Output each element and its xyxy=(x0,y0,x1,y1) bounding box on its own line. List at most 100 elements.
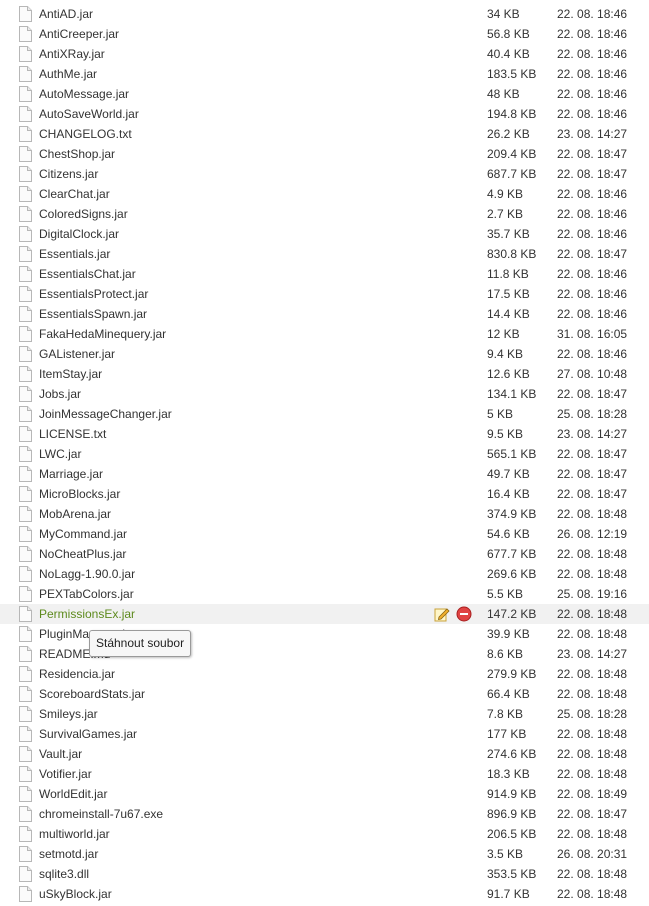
file-row[interactable]: Jobs.jar 134.1 KB 22. 08. 18:47 xyxy=(0,384,649,404)
file-row[interactable]: chromeinstall-7u67.exe 896.9 KB 22. 08. 18… xyxy=(0,804,649,824)
file-name-link[interactable]: Marriage.jar xyxy=(39,467,103,481)
file-name-link[interactable]: Essentials.jar xyxy=(39,247,110,261)
file-row[interactable]: EssentialsChat.jar 11.8 KB 22. 08. 18:46 xyxy=(0,264,649,284)
file-name-link[interactable]: ChestShop.jar xyxy=(39,147,115,161)
file-row[interactable]: MobArena.jar 374.9 KB 22. 08. 18:48 xyxy=(0,504,649,524)
file-name-link[interactable]: LWC.jar xyxy=(39,447,81,461)
file-row[interactable]: Vault.jar 274.6 KB 22. 08. 18:48 xyxy=(0,744,649,764)
file-name-link[interactable]: WorldEdit.jar xyxy=(39,787,107,801)
file-name-link[interactable]: Smileys.jar xyxy=(39,707,98,721)
file-date: 22. 08. 18:46 xyxy=(557,307,628,321)
file-icon xyxy=(19,346,32,362)
file-name-link[interactable]: Vault.jar xyxy=(39,747,82,761)
file-name-link[interactable]: chromeinstall-7u67.exe xyxy=(39,807,163,821)
file-name-link[interactable]: AuthMe.jar xyxy=(39,67,97,81)
file-row[interactable]: AntiAD.jar 34 KB 22. 08. 18:46 xyxy=(0,4,649,24)
file-row[interactable]: WorldEdit.jar 914.9 KB 22. 08. 18:49 xyxy=(0,784,649,804)
file-name-link[interactable]: DigitalClock.jar xyxy=(39,227,119,241)
file-row[interactable]: ChestShop.jar 209.4 KB 22. 08. 18:47 xyxy=(0,144,649,164)
file-date: 27. 08. 10:48 xyxy=(557,367,628,381)
pencil-icon[interactable] xyxy=(434,606,450,622)
file-row[interactable]: Smileys.jar 7.8 KB 25. 08. 18:28 xyxy=(0,704,649,724)
file-name-link[interactable]: LICENSE.txt xyxy=(39,427,106,441)
file-name-link[interactable]: multiworld.jar xyxy=(39,827,110,841)
file-date: 22. 08. 18:48 xyxy=(557,867,628,881)
file-name-link[interactable]: JoinMessageChanger.jar xyxy=(39,407,172,421)
file-name-link[interactable]: FakaHedaMinequery.jar xyxy=(39,327,166,341)
file-name-link[interactable]: NoLagg-1.90.0.jar xyxy=(39,567,135,581)
file-row[interactable]: Votifier.jar 18.3 KB 22. 08. 18:48 xyxy=(0,764,649,784)
file-name-link[interactable]: EssentialsProtect.jar xyxy=(39,287,148,301)
file-row[interactable]: EssentialsSpawn.jar 14.4 KB 22. 08. 18:46 xyxy=(0,304,649,324)
file-row[interactable]: PEXTabColors.jar 5.5 KB 25. 08. 19:16 xyxy=(0,584,649,604)
file-name-link[interactable]: AutoSaveWorld.jar xyxy=(39,107,139,121)
file-name-link[interactable]: AntiXRay.jar xyxy=(39,47,105,61)
file-date: 22. 08. 18:46 xyxy=(557,47,628,61)
file-name-link[interactable]: Residencia.jar xyxy=(39,667,115,681)
file-name-link[interactable]: CHANGELOG.txt xyxy=(39,127,132,141)
file-row[interactable]: NoLagg-1.90.0.jar 269.6 KB 22. 08. 18:48 xyxy=(0,564,649,584)
file-name-link[interactable]: GAListener.jar xyxy=(39,347,115,361)
file-row[interactable]: setmotd.jar 3.5 KB 26. 08. 20:31 xyxy=(0,844,649,864)
file-row[interactable]: EssentialsProtect.jar 17.5 KB 22. 08. 18:4… xyxy=(0,284,649,304)
file-name-link[interactable]: PermissionsEx.jar xyxy=(39,607,135,621)
file-row[interactable]: AntiXRay.jar 40.4 KB 22. 08. 18:46 xyxy=(0,44,649,64)
file-name-link[interactable]: MobArena.jar xyxy=(39,507,111,521)
file-name-link[interactable]: ItemStay.jar xyxy=(39,367,102,381)
file-name-link[interactable]: AntiAD.jar xyxy=(39,7,93,21)
file-row[interactable]: LICENSE.txt 9.5 KB 23. 08. 14:27 xyxy=(0,424,649,444)
file-name-link[interactable]: ScoreboardStats.jar xyxy=(39,687,145,701)
file-row[interactable]: GAListener.jar 9.4 KB 22. 08. 18:46 xyxy=(0,344,649,364)
file-row[interactable]: LWC.jar 565.1 KB 22. 08. 18:47 xyxy=(0,444,649,464)
file-row[interactable]: Marriage.jar 49.7 KB 22. 08. 18:47 xyxy=(0,464,649,484)
file-date: 22. 08. 18:46 xyxy=(557,227,628,241)
file-row[interactable]: ScoreboardStats.jar 66.4 KB 22. 08. 18:48 xyxy=(0,684,649,704)
file-row[interactable]: ItemStay.jar 12.6 KB 27. 08. 10:48 xyxy=(0,364,649,384)
file-icon xyxy=(19,886,32,902)
file-row[interactable]: CHANGELOG.txt 26.2 KB 23. 08. 14:27 xyxy=(0,124,649,144)
file-name-link[interactable]: AntiCreeper.jar xyxy=(39,27,119,41)
file-row[interactable]: SurvivalGames.jar 177 KB 22. 08. 18:48 xyxy=(0,724,649,744)
file-name-link[interactable]: EssentialsSpawn.jar xyxy=(39,307,147,321)
file-name-link[interactable]: MicroBlocks.jar xyxy=(39,487,120,501)
file-name-link[interactable]: Votifier.jar xyxy=(39,767,92,781)
file-name-link[interactable]: Jobs.jar xyxy=(39,387,81,401)
file-row[interactable]: JoinMessageChanger.jar 5 KB 25. 08. 18:28 xyxy=(0,404,649,424)
file-name-link[interactable]: SurvivalGames.jar xyxy=(39,727,137,741)
file-row[interactable]: ClearChat.jar 4.9 KB 22. 08. 18:46 xyxy=(0,184,649,204)
file-row[interactable]: AntiCreeper.jar 56.8 KB 22. 08. 18:46 xyxy=(0,24,649,44)
file-row[interactable]: Residencia.jar 279.9 KB 22. 08. 18:48 xyxy=(0,664,649,684)
file-name-link[interactable]: sqlite3.dll xyxy=(39,867,89,881)
file-date: 22. 08. 18:47 xyxy=(557,147,628,161)
file-size: 830.8 KB xyxy=(487,247,537,261)
file-row[interactable]: NoCheatPlus.jar 677.7 KB 22. 08. 18:48 xyxy=(0,544,649,564)
file-row[interactable]: FakaHedaMinequery.jar 12 KB 31. 08. 16:05 xyxy=(0,324,649,344)
file-name-link[interactable]: ClearChat.jar xyxy=(39,187,110,201)
file-row[interactable]: ColoredSigns.jar 2.7 KB 22. 08. 18:46 xyxy=(0,204,649,224)
file-row[interactable]: sqlite3.dll 353.5 KB 22. 08. 18:48 xyxy=(0,864,649,884)
file-row[interactable]: Essentials.jar 830.8 KB 22. 08. 18:47 xyxy=(0,244,649,264)
file-row[interactable]: AuthMe.jar 183.5 KB 22. 08. 18:46 xyxy=(0,64,649,84)
file-row[interactable]: MyCommand.jar 54.6 KB 26. 08. 12:19 xyxy=(0,524,649,544)
file-size: 677.7 KB xyxy=(487,547,537,561)
file-row[interactable]: AutoSaveWorld.jar 194.8 KB 22. 08. 18:46 xyxy=(0,104,649,124)
file-name-link[interactable]: uSkyBlock.jar xyxy=(39,887,112,901)
file-name-link[interactable]: MyCommand.jar xyxy=(39,527,127,541)
file-name-link[interactable]: ColoredSigns.jar xyxy=(39,207,128,221)
file-name-link[interactable]: EssentialsChat.jar xyxy=(39,267,136,281)
file-name-link[interactable]: AutoMessage.jar xyxy=(39,87,129,101)
file-name-link[interactable]: PEXTabColors.jar xyxy=(39,587,134,601)
delete-icon[interactable] xyxy=(456,606,472,622)
file-date: 22. 08. 18:46 xyxy=(557,107,628,121)
file-row[interactable]: DigitalClock.jar 35.7 KB 22. 08. 18:46 xyxy=(0,224,649,244)
file-row[interactable]: PermissionsEx.jar 147.2 KB 22. 08. 18:48 xyxy=(0,604,649,624)
file-icon xyxy=(19,46,32,62)
file-row[interactable]: MicroBlocks.jar 16.4 KB 22. 08. 18:47 xyxy=(0,484,649,504)
file-row[interactable]: Citizens.jar 687.7 KB 22. 08. 18:47 xyxy=(0,164,649,184)
file-row[interactable]: AutoMessage.jar 48 KB 22. 08. 18:46 xyxy=(0,84,649,104)
file-row[interactable]: multiworld.jar 206.5 KB 22. 08. 18:48 xyxy=(0,824,649,844)
file-row[interactable]: uSkyBlock.jar 91.7 KB 22. 08. 18:48 xyxy=(0,884,649,904)
file-name-link[interactable]: setmotd.jar xyxy=(39,847,98,861)
file-name-link[interactable]: NoCheatPlus.jar xyxy=(39,547,126,561)
file-name-link[interactable]: Citizens.jar xyxy=(39,167,98,181)
